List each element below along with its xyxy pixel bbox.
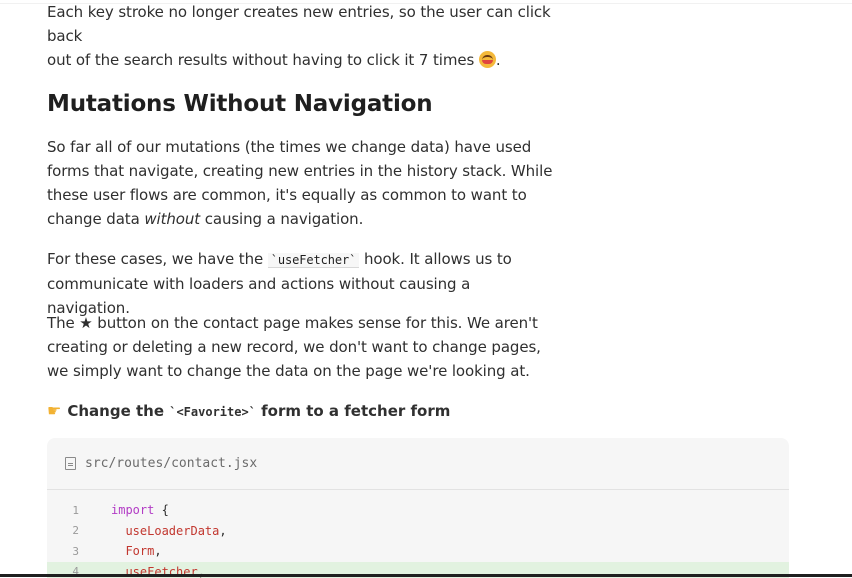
paragraph-usefetcher: For these cases, we have the `useFetcher… [47, 247, 552, 320]
task-instruction: ☛ Change the `<Favorite>` form to a fetch… [47, 400, 450, 423]
code-identifier: useLoaderData [125, 524, 219, 538]
code-text: , [219, 524, 226, 538]
pointing-hand-icon: ☛ [47, 400, 61, 422]
task-text-1: Change the [67, 402, 169, 420]
paragraph-mutations: So far all of our mutations (the times w… [47, 135, 559, 231]
p1-text-2: causing a navigation. [200, 210, 363, 228]
line-number: 3 [47, 545, 79, 558]
code-line: 2 useLoaderData, [47, 521, 789, 542]
p2-text-1: For these cases, we have the [47, 250, 268, 268]
intro-line-2: out of the search results without having… [47, 51, 479, 69]
favorite-inline-code: `<Favorite>` [169, 405, 256, 419]
p1-italic: without [144, 210, 200, 228]
code-block: src/routes/contact.jsx 1 import { 2 useL… [47, 438, 789, 578]
intro-line-end: . [496, 51, 501, 69]
code-identifier: Form [125, 544, 154, 558]
grinning-face-icon [479, 51, 496, 68]
code-block-header: src/routes/contact.jsx [47, 438, 789, 490]
code-filename: src/routes/contact.jsx [85, 456, 257, 471]
p3-text: The ★ button on the contact page makes s… [47, 311, 547, 383]
code-line: 1 import { [47, 500, 789, 521]
code-keyword: import [111, 503, 154, 517]
code-text: { [154, 503, 168, 517]
file-icon [65, 457, 76, 470]
code-line: 3 Form, [47, 541, 789, 562]
usefetcher-inline-code: `useFetcher` [268, 253, 360, 268]
section-heading: Mutations Without Navigation [47, 88, 432, 120]
line-number: 2 [47, 524, 79, 537]
task-text-2: form to a fetcher form [256, 402, 450, 420]
line-number: 1 [47, 504, 79, 517]
code-text: , [154, 544, 161, 558]
paragraph-favorite-button: The ★ button on the contact page makes s… [47, 311, 547, 383]
intro-line-1: Each key stroke no longer creates new en… [47, 3, 551, 45]
code-lines: 1 import { 2 useLoaderData, 3 Form, 4 us… [47, 490, 789, 578]
intro-paragraph: Each key stroke no longer creates new en… [47, 0, 567, 72]
